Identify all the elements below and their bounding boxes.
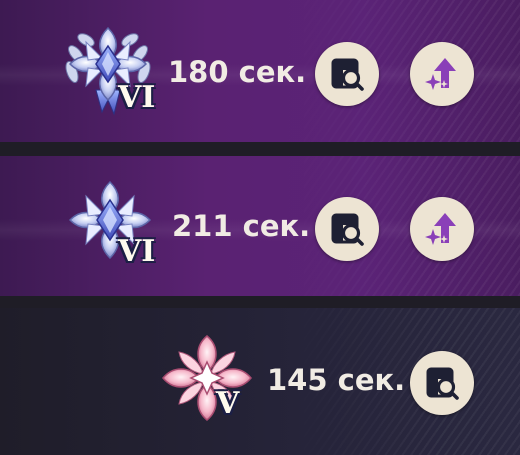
- time-value: 211 сек.: [172, 209, 311, 243]
- magnifier-page-icon: [331, 213, 364, 246]
- up-arrow-sparkle-icon: [425, 58, 456, 90]
- up-arrow-sparkle-icon: [425, 213, 456, 245]
- upgrade-button[interactable]: [410, 42, 474, 106]
- rank-numeral: V: [216, 386, 240, 421]
- record-row: V 145 сек.: [0, 308, 520, 455]
- rank-badge-icon: [157, 330, 257, 430]
- rank-numeral: VI: [118, 234, 156, 269]
- magnifier-page-icon: [426, 367, 459, 400]
- time-value: 145 сек.: [267, 363, 406, 397]
- upgrade-button[interactable]: [410, 197, 474, 261]
- record-row: VI 180 сек.: [0, 0, 520, 142]
- view-button[interactable]: [315, 42, 379, 106]
- view-button[interactable]: [315, 197, 379, 261]
- view-button[interactable]: [410, 351, 474, 415]
- magnifier-page-icon: [331, 58, 364, 91]
- records-list: VI 180 сек. VI 211 сек. V 145 сек.: [0, 0, 520, 455]
- rank-numeral: VI: [118, 80, 156, 115]
- time-value: 180 сек.: [168, 55, 307, 89]
- record-row: VI 211 сек.: [0, 156, 520, 296]
